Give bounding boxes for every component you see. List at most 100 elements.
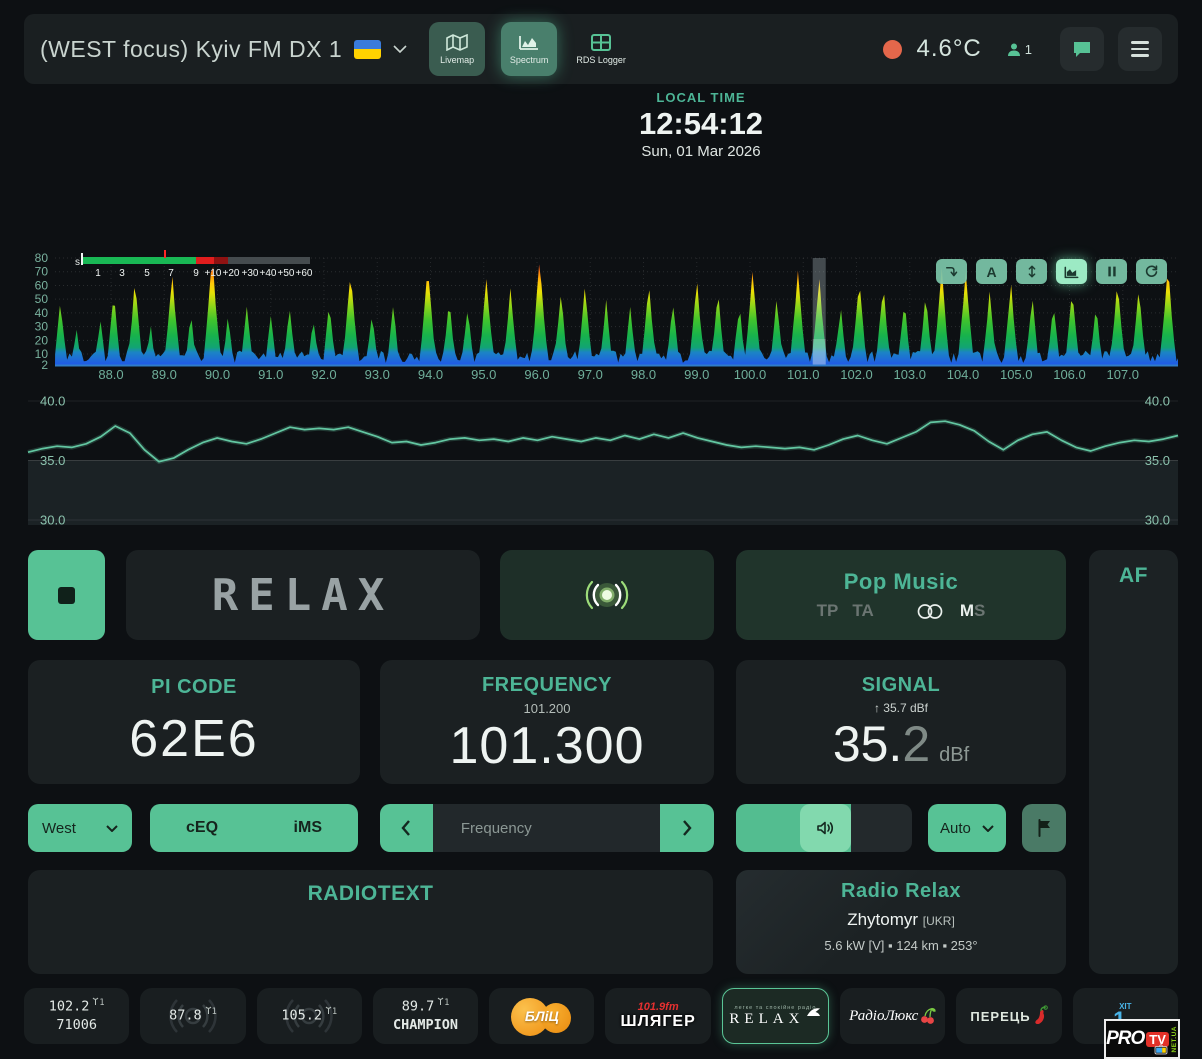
pause-button[interactable] bbox=[1096, 259, 1127, 284]
station-card-105-2[interactable]: 105.21 bbox=[257, 988, 362, 1044]
listener-count: 1 bbox=[1025, 42, 1032, 57]
chevron-down-icon bbox=[106, 825, 118, 832]
s-meter-scale-labels: 13579+10+20+30+40+50+60 bbox=[95, 268, 313, 279]
tx-count-badge: 1 bbox=[437, 998, 449, 1008]
tune-up-button[interactable] bbox=[660, 804, 714, 852]
nav-spectrum-button[interactable]: Spectrum bbox=[501, 22, 557, 76]
signal-decimal: 2 bbox=[902, 715, 930, 773]
signal-value-row: 35. 2 dBf bbox=[736, 715, 1066, 773]
stereo-broadcast-icon bbox=[576, 576, 638, 614]
svg-text:+30: +30 bbox=[242, 268, 259, 279]
tp-flag: TP bbox=[817, 601, 839, 621]
volume-slider[interactable] bbox=[736, 804, 912, 852]
frequency-card: FREQUENCY 101.200 101.300 bbox=[380, 660, 714, 784]
station-card-87-8[interactable]: 87.81 bbox=[140, 988, 245, 1044]
tune-down-button[interactable] bbox=[380, 804, 433, 852]
s-meter-empty-segment bbox=[228, 257, 310, 264]
station-frequency: 105.2 bbox=[281, 1008, 322, 1024]
nav-rds-logger-button[interactable]: RDS Logger bbox=[573, 22, 629, 76]
station-pi: 71006 bbox=[56, 1016, 97, 1035]
ceq-toggle[interactable]: cEQ bbox=[186, 819, 218, 837]
music-flag: M bbox=[960, 601, 974, 620]
s-meter-peak-tick bbox=[164, 250, 166, 258]
svg-text:40.0: 40.0 bbox=[1145, 394, 1170, 409]
spectrum-graph-toggle-button[interactable] bbox=[1056, 259, 1087, 284]
station-card-blitz[interactable]: БЛіЦ bbox=[489, 988, 594, 1044]
frequency-input[interactable] bbox=[433, 804, 660, 852]
svg-text:102.0: 102.0 bbox=[840, 367, 873, 382]
tv-icon bbox=[1154, 1044, 1168, 1055]
report-flag-button[interactable] bbox=[1022, 804, 1066, 852]
transmitter-details: 5.6 kW [V] ▪ 124 km ▪ 253° bbox=[736, 938, 1066, 953]
antenna-icon bbox=[92, 997, 99, 1005]
chat-button[interactable] bbox=[1060, 27, 1104, 71]
station-frequency: 89.7 bbox=[402, 998, 435, 1014]
server-selector[interactable]: (WEST focus) Kyiv FM DX 1 bbox=[40, 36, 407, 63]
ims-toggle[interactable]: iMS bbox=[294, 819, 322, 837]
svg-text:1: 1 bbox=[95, 268, 101, 279]
hamburger-icon bbox=[1131, 37, 1149, 60]
svg-text:30: 30 bbox=[35, 320, 49, 334]
svg-text:9: 9 bbox=[193, 268, 199, 279]
scroll-down-button[interactable] bbox=[936, 259, 967, 284]
station-card-radio-lux[interactable]: РадіоЛюкс bbox=[840, 988, 945, 1044]
eq-ims-toggle[interactable]: cEQ iMS bbox=[150, 804, 358, 852]
volume-thumb[interactable] bbox=[800, 804, 851, 852]
frequency-tuner bbox=[380, 804, 714, 852]
svg-text:93.0: 93.0 bbox=[365, 367, 390, 382]
vertical-zoom-button[interactable] bbox=[1016, 259, 1047, 284]
s-meter-prefix: s bbox=[75, 257, 80, 268]
mode-select[interactable]: Auto bbox=[928, 804, 1006, 852]
watermark-pro: PRO bbox=[1106, 1028, 1144, 1050]
radiotext-label: RADIOTEXT bbox=[28, 882, 713, 906]
play-stop-button[interactable] bbox=[28, 550, 105, 640]
station-card-102-2[interactable]: 102.21 71006 bbox=[24, 988, 129, 1044]
frequency-value: 101.300 bbox=[380, 716, 714, 776]
ps-name: RELAX bbox=[212, 570, 394, 621]
autoscale-button[interactable]: A bbox=[976, 259, 1007, 284]
svg-text:80: 80 bbox=[35, 251, 49, 265]
rds-flags-row: TP TA MS bbox=[817, 601, 986, 621]
svg-text:95.0: 95.0 bbox=[471, 367, 496, 382]
station-frequency-sub: 101.9fm bbox=[638, 1001, 679, 1013]
autoscale-icon: A bbox=[986, 264, 996, 280]
signal-line-glow bbox=[28, 421, 1178, 462]
refresh-button[interactable] bbox=[1136, 259, 1167, 284]
pty-label: Pop Music bbox=[844, 569, 959, 595]
chevron-right-icon bbox=[682, 820, 692, 836]
mode-select-value: Auto bbox=[940, 820, 971, 837]
perets-logo: ПЕРЕЦЬ bbox=[970, 1005, 1047, 1027]
tx-count-badge: 1 bbox=[92, 998, 104, 1008]
svg-text:105.0: 105.0 bbox=[1000, 367, 1033, 382]
menu-button[interactable] bbox=[1118, 27, 1162, 71]
pi-code-card: PI CODE 62E6 bbox=[28, 660, 360, 784]
spectrum-graph-icon bbox=[518, 34, 540, 51]
station-name: ШЛЯГЕР bbox=[621, 1013, 696, 1031]
refresh-icon bbox=[1144, 265, 1159, 279]
svg-text:99.0: 99.0 bbox=[684, 367, 709, 382]
protv-watermark: PRO TV NET.UA bbox=[1104, 1019, 1180, 1059]
station-card-shlyager[interactable]: 101.9fm ШЛЯГЕР bbox=[605, 988, 710, 1044]
antenna-select[interactable]: West bbox=[28, 804, 132, 852]
station-card-perets[interactable]: ПЕРЕЦЬ bbox=[956, 988, 1061, 1044]
watermark-net: NET.UA bbox=[1171, 1026, 1178, 1052]
svg-text:7: 7 bbox=[168, 268, 174, 279]
af-list-panel: AF bbox=[1089, 550, 1178, 974]
pty-card: Pop Music TP TA MS bbox=[736, 550, 1066, 640]
signal-label: SIGNAL bbox=[736, 674, 1066, 697]
svg-text:90.0: 90.0 bbox=[205, 367, 230, 382]
speech-flag: S bbox=[974, 601, 985, 620]
chevron-down-icon[interactable] bbox=[393, 45, 407, 53]
nav-livemap-button[interactable]: Livemap bbox=[429, 22, 485, 76]
svg-text:20: 20 bbox=[35, 333, 49, 347]
station-frequency: 102.2 bbox=[49, 998, 90, 1014]
antenna-select-value: West bbox=[42, 820, 76, 837]
user-icon bbox=[1006, 42, 1022, 57]
signal-history-chart: 40.040.035.035.030.030.0 bbox=[0, 390, 1202, 530]
station-card-relax[interactable]: легке та спокійне радіо RELAX bbox=[722, 988, 829, 1044]
station-card-champion[interactable]: 89.71 CHAMPION bbox=[373, 988, 478, 1044]
pi-code-value: 62E6 bbox=[28, 709, 360, 769]
svg-text:+40: +40 bbox=[260, 268, 277, 279]
ms-flags: MS bbox=[960, 601, 986, 621]
local-date-value: Sun, 01 Mar 2026 bbox=[451, 143, 951, 160]
